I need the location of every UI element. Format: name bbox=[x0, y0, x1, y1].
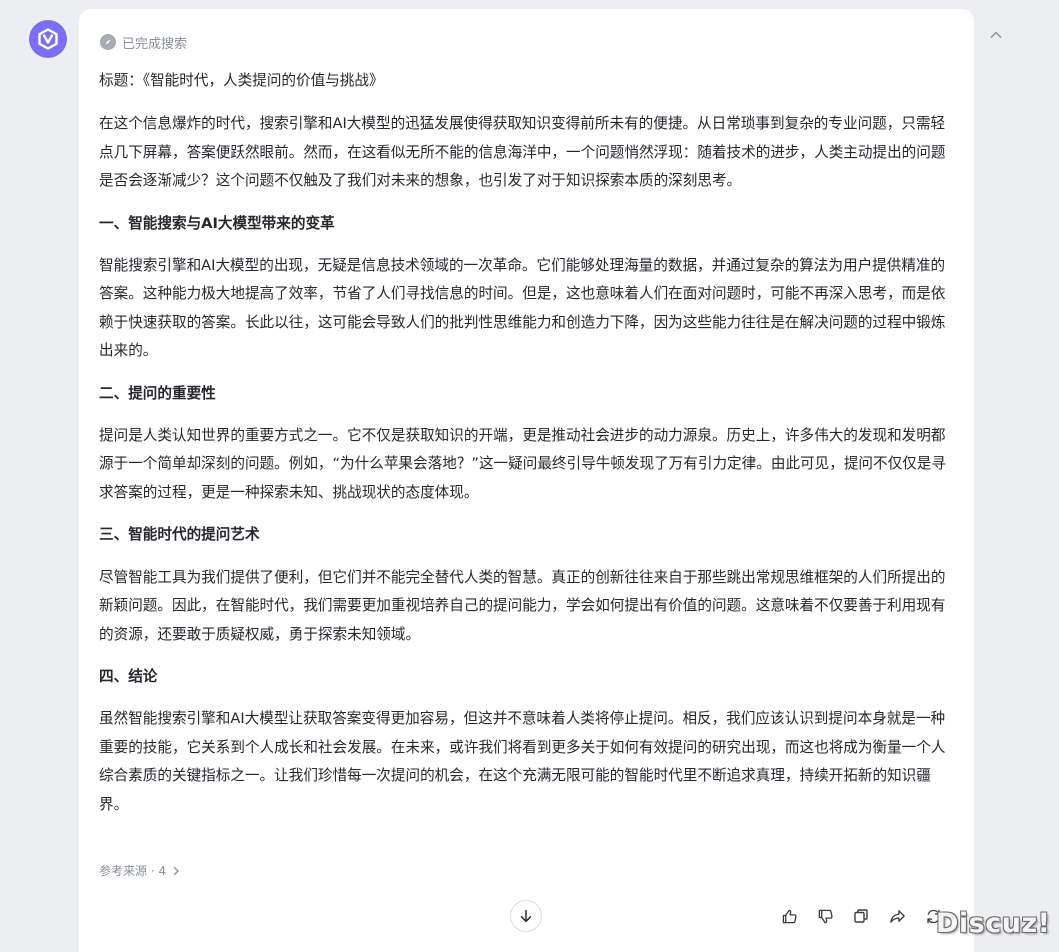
search-status[interactable]: 已完成搜索 bbox=[100, 32, 187, 52]
copy-button[interactable] bbox=[851, 904, 871, 928]
watermark-logo: Discuz! bbox=[936, 908, 1051, 939]
like-button[interactable] bbox=[779, 904, 799, 928]
section-heading: 一、智能搜索与AI大模型带来的变革 bbox=[99, 214, 335, 232]
section-body: 虽然智能搜索引擎和AI大模型让获取答案变得更加容易，但这并不意味着人类将停止提问… bbox=[99, 710, 946, 813]
assistant-logo-icon bbox=[38, 28, 58, 50]
section-body: 提问是人类认知世界的重要方式之一。它不仅是获取知识的开端，更是推动社会进步的动力… bbox=[99, 427, 946, 501]
arrow-down-icon bbox=[520, 909, 532, 923]
search-status-label: 已完成搜索 bbox=[122, 36, 188, 52]
answer-card: 已完成搜索 标题：《智能时代，人类提问的价值与挑战》 在这个信息爆炸的时代，搜索… bbox=[79, 9, 974, 952]
dislike-button[interactable] bbox=[815, 904, 835, 928]
article-title: 标题：《智能时代，人类提问的价值与挑战》 bbox=[99, 72, 384, 89]
answer-article: 标题：《智能时代，人类提问的价值与挑战》 在这个信息爆炸的时代，搜索引擎和AI大… bbox=[99, 67, 955, 833]
scroll-to-bottom-button[interactable] bbox=[510, 900, 542, 932]
thumbs-up-icon bbox=[782, 909, 797, 923]
chevron-right-icon bbox=[173, 866, 179, 875]
sources-label: 参考来源 · 4 bbox=[99, 864, 167, 878]
copy-icon bbox=[854, 909, 868, 923]
compass-icon bbox=[100, 34, 116, 50]
chevron-up-icon bbox=[990, 31, 1002, 38]
collapse-button[interactable] bbox=[985, 24, 1007, 46]
share-button[interactable] bbox=[887, 904, 907, 928]
section-body: 尽管智能工具为我们提供了便利，但它们并不能完全替代人类的智慧。真正的创新往往来自… bbox=[99, 568, 946, 643]
sources-link[interactable]: 参考来源 · 4 bbox=[99, 862, 182, 879]
section-body: 智能搜索引擎和AI大模型的出现，无疑是信息技术领域的一次革命。它们能够处理海量的… bbox=[99, 257, 946, 360]
thumbs-down-icon bbox=[818, 909, 833, 923]
section-heading: 三、智能时代的提问艺术 bbox=[99, 526, 260, 544]
message-actions bbox=[779, 904, 943, 928]
section-heading: 二、提问的重要性 bbox=[99, 384, 216, 402]
assistant-avatar bbox=[29, 20, 67, 58]
section-heading: 四、结论 bbox=[99, 667, 158, 685]
share-icon bbox=[889, 909, 905, 923]
article-intro: 在这个信息爆炸的时代，搜索引擎和AI大模型的迅猛发展使得获取知识变得前所未有的便… bbox=[99, 115, 946, 190]
